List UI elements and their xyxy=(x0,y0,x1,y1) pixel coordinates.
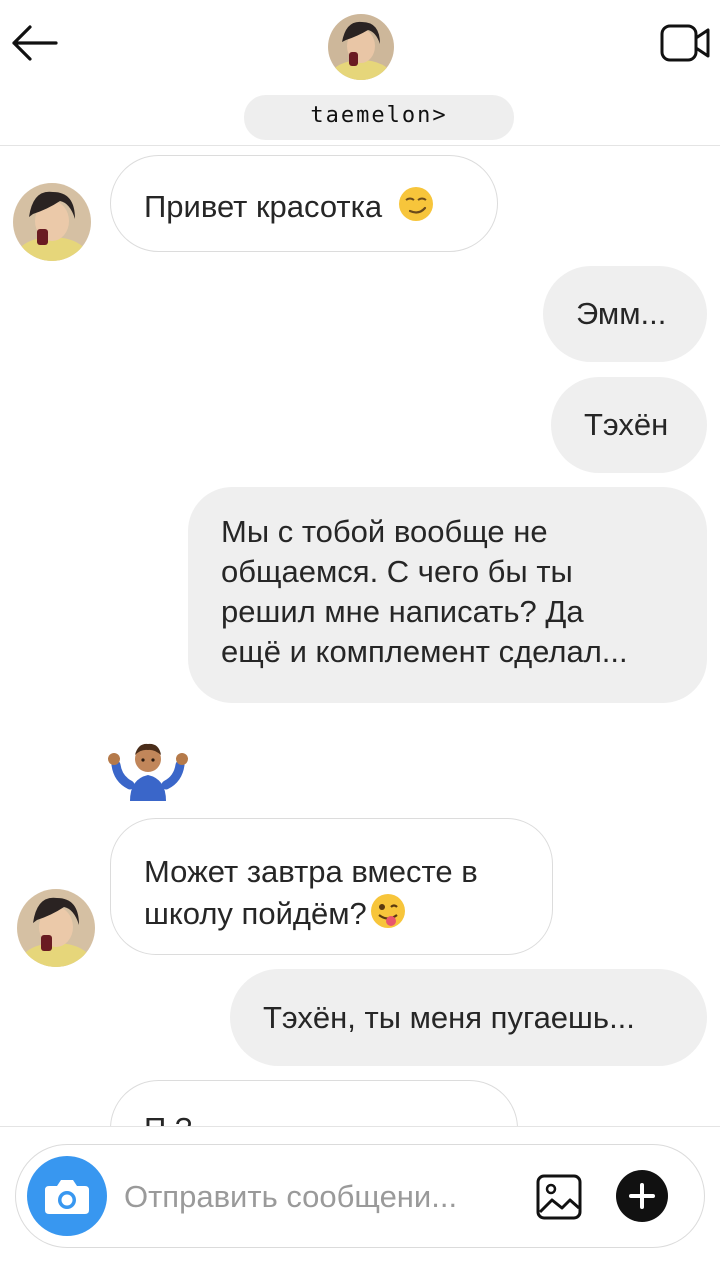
arrow-left-icon xyxy=(12,25,58,61)
sender-avatar[interactable] xyxy=(13,183,91,261)
winking-face-with-tongue-emoji xyxy=(369,892,407,940)
message-bubble-outgoing[interactable]: Мы с тобой вообще не общаемся. С чего бы… xyxy=(188,487,707,703)
message-bubble-incoming[interactable]: Привет красотка xyxy=(110,155,498,252)
contact-avatar[interactable] xyxy=(328,14,394,80)
smirking-face-emoji xyxy=(397,185,435,233)
person-shrugging-emoji[interactable] xyxy=(108,735,188,801)
partial-message-clip: П ? xyxy=(0,1070,720,1126)
camera-button[interactable] xyxy=(27,1156,107,1236)
image-icon xyxy=(536,1174,582,1220)
message-bubble-outgoing[interactable]: Тэхён, ты меня пугаешь... xyxy=(230,969,707,1066)
composer-divider xyxy=(0,1126,720,1127)
back-button[interactable] xyxy=(6,18,64,68)
gallery-button[interactable] xyxy=(532,1170,586,1224)
contact-username[interactable]: taemelon> xyxy=(244,103,514,128)
camera-icon xyxy=(45,1180,89,1214)
message-bubble-incoming[interactable]: П ? xyxy=(110,1080,518,1126)
chat-header: taemelon> xyxy=(0,0,720,146)
video-call-icon xyxy=(660,24,710,62)
sender-avatar[interactable] xyxy=(17,889,95,967)
message-input[interactable] xyxy=(124,1172,514,1222)
add-button[interactable] xyxy=(616,1170,668,1222)
message-bubble-incoming[interactable]: Может завтра вместе в школу пойдём? xyxy=(110,818,553,955)
message-bubble-outgoing[interactable]: Эмм... xyxy=(543,266,707,362)
message-bubble-outgoing[interactable]: Тэхён xyxy=(551,377,707,473)
plus-icon xyxy=(629,1183,655,1209)
video-call-button[interactable] xyxy=(658,20,714,66)
